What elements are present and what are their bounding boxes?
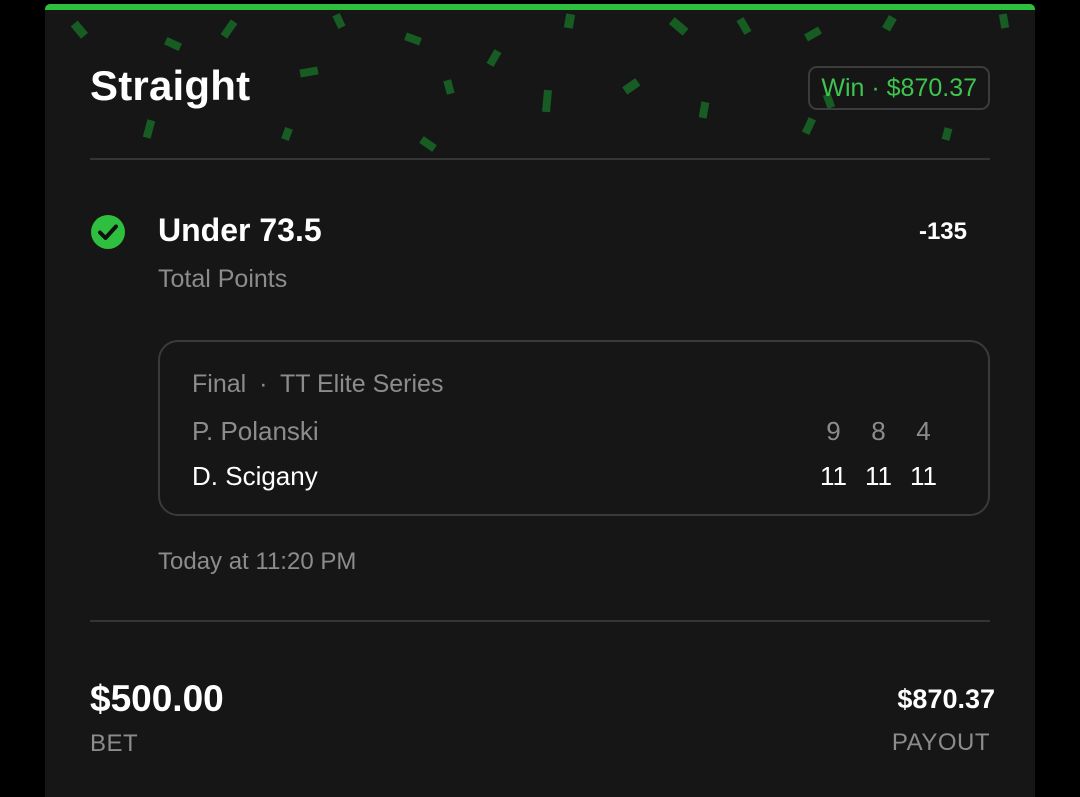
odds-value: -135	[918, 218, 967, 245]
stake-amount: $500.00	[90, 678, 224, 719]
game-score: 9	[826, 416, 841, 446]
event-status-line: Final · TT Elite Series	[192, 370, 443, 399]
game-score: 11	[820, 461, 847, 491]
game-score: 11	[865, 461, 892, 491]
player-name: D. Scigany	[192, 461, 318, 491]
event-status: Final	[192, 370, 247, 398]
selection-label: Under 73.5	[158, 212, 322, 248]
game-score: 11	[910, 461, 937, 491]
player-game-scores: 9 8 4	[811, 416, 946, 447]
bet-card: Straight Win · $870.37 Under 73.5 -135 T…	[45, 4, 1035, 797]
payout-label: PAYOUT	[891, 729, 990, 756]
event-separator: ·	[259, 370, 268, 398]
bet-timestamp: Today at 11:20 PM	[158, 548, 357, 575]
game-score: 8	[871, 416, 886, 446]
payout-amount: $870.37	[897, 684, 995, 714]
bet-type-title: Straight	[90, 62, 251, 109]
game-score: 4	[916, 416, 931, 446]
event-scorecard[interactable]: Final · TT Elite Series P. Polanski 9 8 …	[158, 340, 990, 516]
footer-divider	[90, 620, 990, 622]
header-divider	[90, 158, 990, 160]
event-league: TT Elite Series	[279, 370, 444, 398]
market-label: Total Points	[158, 265, 288, 293]
player-name: P. Polanski	[192, 416, 319, 446]
stake-label: BET	[90, 730, 139, 757]
player-game-scores: 11 11 11	[811, 461, 946, 492]
checkmark-circle-icon	[91, 215, 125, 249]
win-payout-badge: Win · $870.37	[808, 66, 990, 110]
